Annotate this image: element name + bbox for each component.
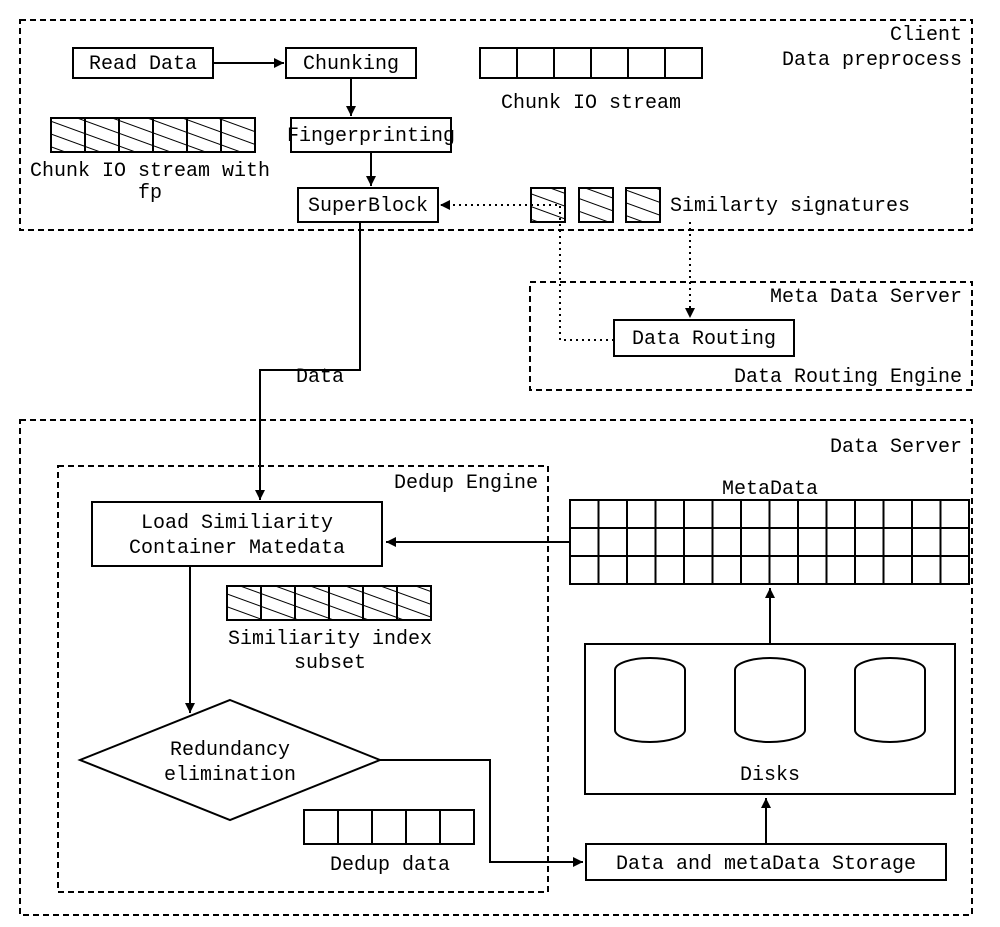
client-title1: Client: [890, 24, 962, 47]
arrow-super-load: [260, 222, 360, 500]
redund-2: elimination: [164, 764, 296, 787]
dedup-data-grid: [304, 810, 474, 844]
chunk-io-stream-grid: [480, 48, 702, 78]
data-server-title: Data Server: [830, 436, 962, 459]
mds-title2: Data Routing Engine: [734, 366, 962, 389]
chunk-io-fp-grid: [51, 118, 255, 152]
similarty-label: Similarty signatures: [670, 195, 910, 218]
arrow-routing-super: [440, 205, 614, 340]
disk-icon-2: [735, 658, 805, 742]
load-sim-2: Container Matedata: [129, 537, 345, 560]
data-routing-label: Data Routing: [632, 328, 776, 351]
chunk-io-label: Chunk IO stream: [501, 92, 681, 115]
superblock-label: SuperBlock: [308, 195, 428, 218]
disks-label: Disks: [740, 764, 800, 787]
redund-1: Redundancy: [170, 739, 290, 762]
metadata-grid: [570, 500, 969, 584]
load-sim-1: Load Similiarity: [141, 512, 333, 535]
sim-index-grid: [227, 586, 431, 620]
disk-icon-3: [855, 658, 925, 742]
dedup-data-label: Dedup data: [330, 854, 450, 877]
client-title2: Data preprocess: [782, 49, 962, 72]
fingerprinting-label: Fingerprinting: [287, 125, 455, 148]
disk-icon-1: [615, 658, 685, 742]
storage-label: Data and metaData Storage: [616, 853, 916, 876]
sim-idx-2: subset: [294, 652, 366, 675]
dedup-engine-title: Dedup Engine: [394, 472, 538, 495]
chunking-label: Chunking: [303, 53, 399, 76]
metadata-label: MetaData: [722, 478, 818, 501]
chunk-io-fp-label2: fp: [138, 182, 162, 205]
diagram-canvas: Client Data preprocess Read Data Chunkin…: [0, 0, 1000, 927]
mds-title1: Meta Data Server: [770, 286, 962, 309]
chunk-io-fp-label1: Chunk IO stream with: [30, 160, 270, 183]
sim-idx-1: Similiarity index: [228, 628, 432, 651]
read-data-label: Read Data: [89, 53, 197, 76]
